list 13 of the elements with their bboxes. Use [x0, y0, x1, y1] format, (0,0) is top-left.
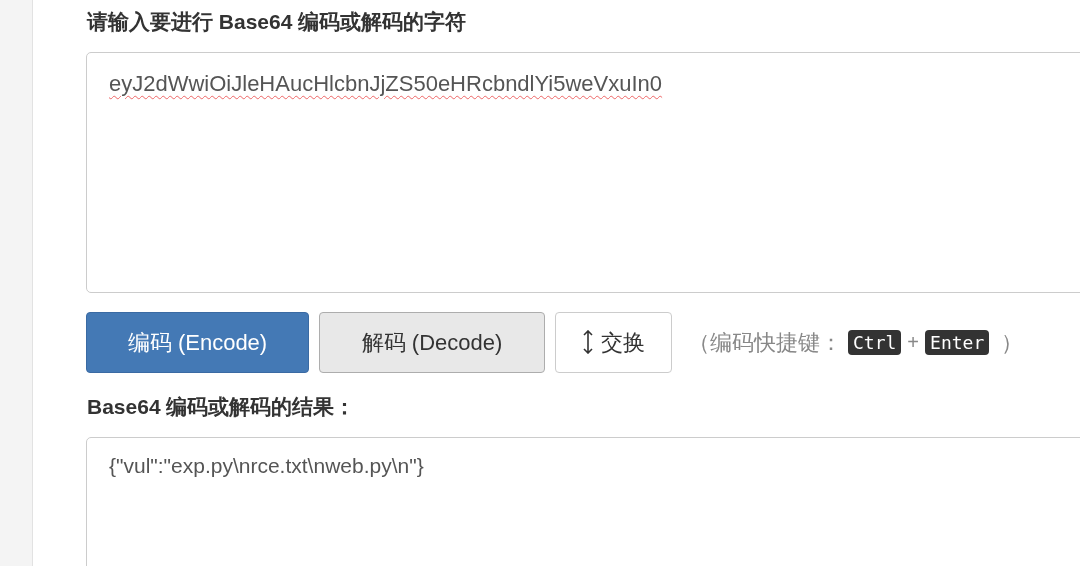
shortcut-hint: （编码快捷键：: [688, 328, 842, 357]
input-field[interactable]: eyJ2dWwiOiJleHAucHlcbnJjZS50eHRcbndlYi5weVxuIn0: [86, 52, 1080, 293]
input-label: 请输入要进行 Base64 编码或解码的字符: [87, 9, 468, 35]
result-label: Base64 编码或解码的结果：: [87, 394, 357, 420]
decode-button[interactable]: 解码 (Decode): [319, 312, 545, 373]
encode-button[interactable]: 编码 (Encode): [86, 312, 309, 373]
closing-paren: ）: [1001, 328, 1024, 357]
result-field[interactable]: {"vul":"exp.py\nrce.txt\nweb.py\n"}: [86, 437, 1080, 566]
plus-sign: +: [907, 331, 920, 354]
swap-button[interactable]: 交换: [555, 312, 672, 373]
key-label: Enter: [925, 330, 990, 355]
key-label: Ctrl: [848, 330, 902, 355]
up-down-arrow-icon: [582, 329, 593, 354]
